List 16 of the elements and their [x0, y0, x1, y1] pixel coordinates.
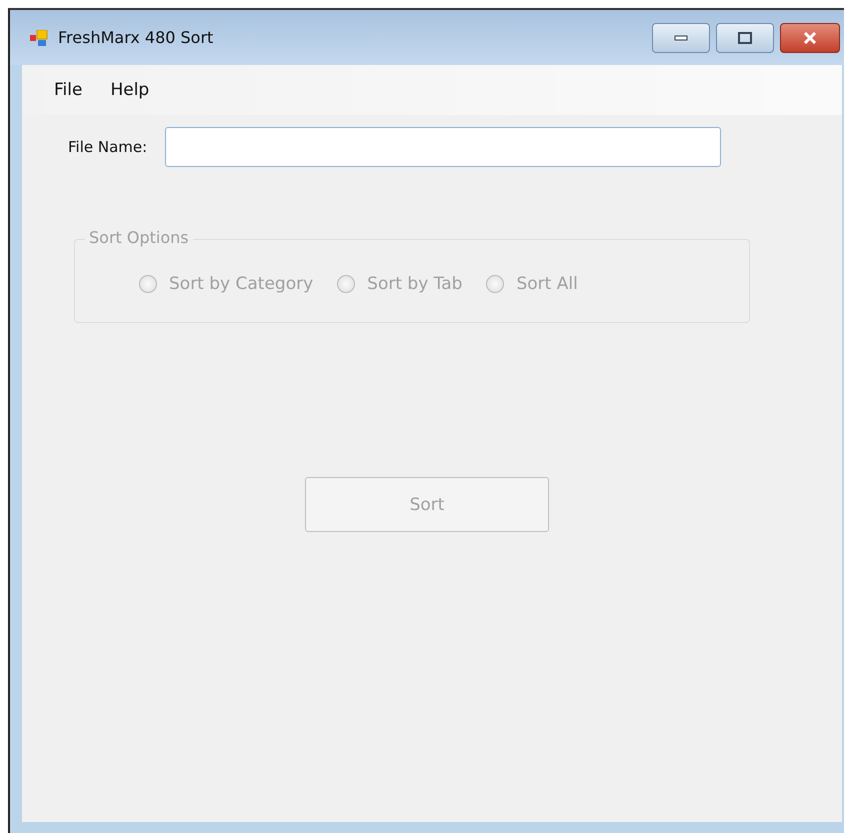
radio-label: Sort by Category — [169, 274, 314, 294]
radio-label: Sort All — [516, 274, 578, 294]
close-icon — [802, 32, 818, 44]
window-title: FreshMarx 480 Sort — [58, 28, 214, 47]
file-name-field[interactable] — [165, 127, 722, 167]
radio-label: Sort by Tab — [367, 274, 462, 294]
file-name-label: File Name: — [68, 138, 148, 156]
menu-item[interactable]: Help — [96, 80, 164, 100]
menu-item[interactable]: File — [40, 80, 96, 100]
maximize-icon — [738, 32, 752, 44]
group-title: Sort Options — [85, 228, 193, 247]
minimize-button[interactable] — [652, 22, 710, 52]
maximize-button[interactable] — [716, 22, 774, 52]
close-button[interactable] — [780, 22, 840, 52]
app-icon — [30, 30, 48, 46]
minimize-icon — [674, 34, 688, 40]
